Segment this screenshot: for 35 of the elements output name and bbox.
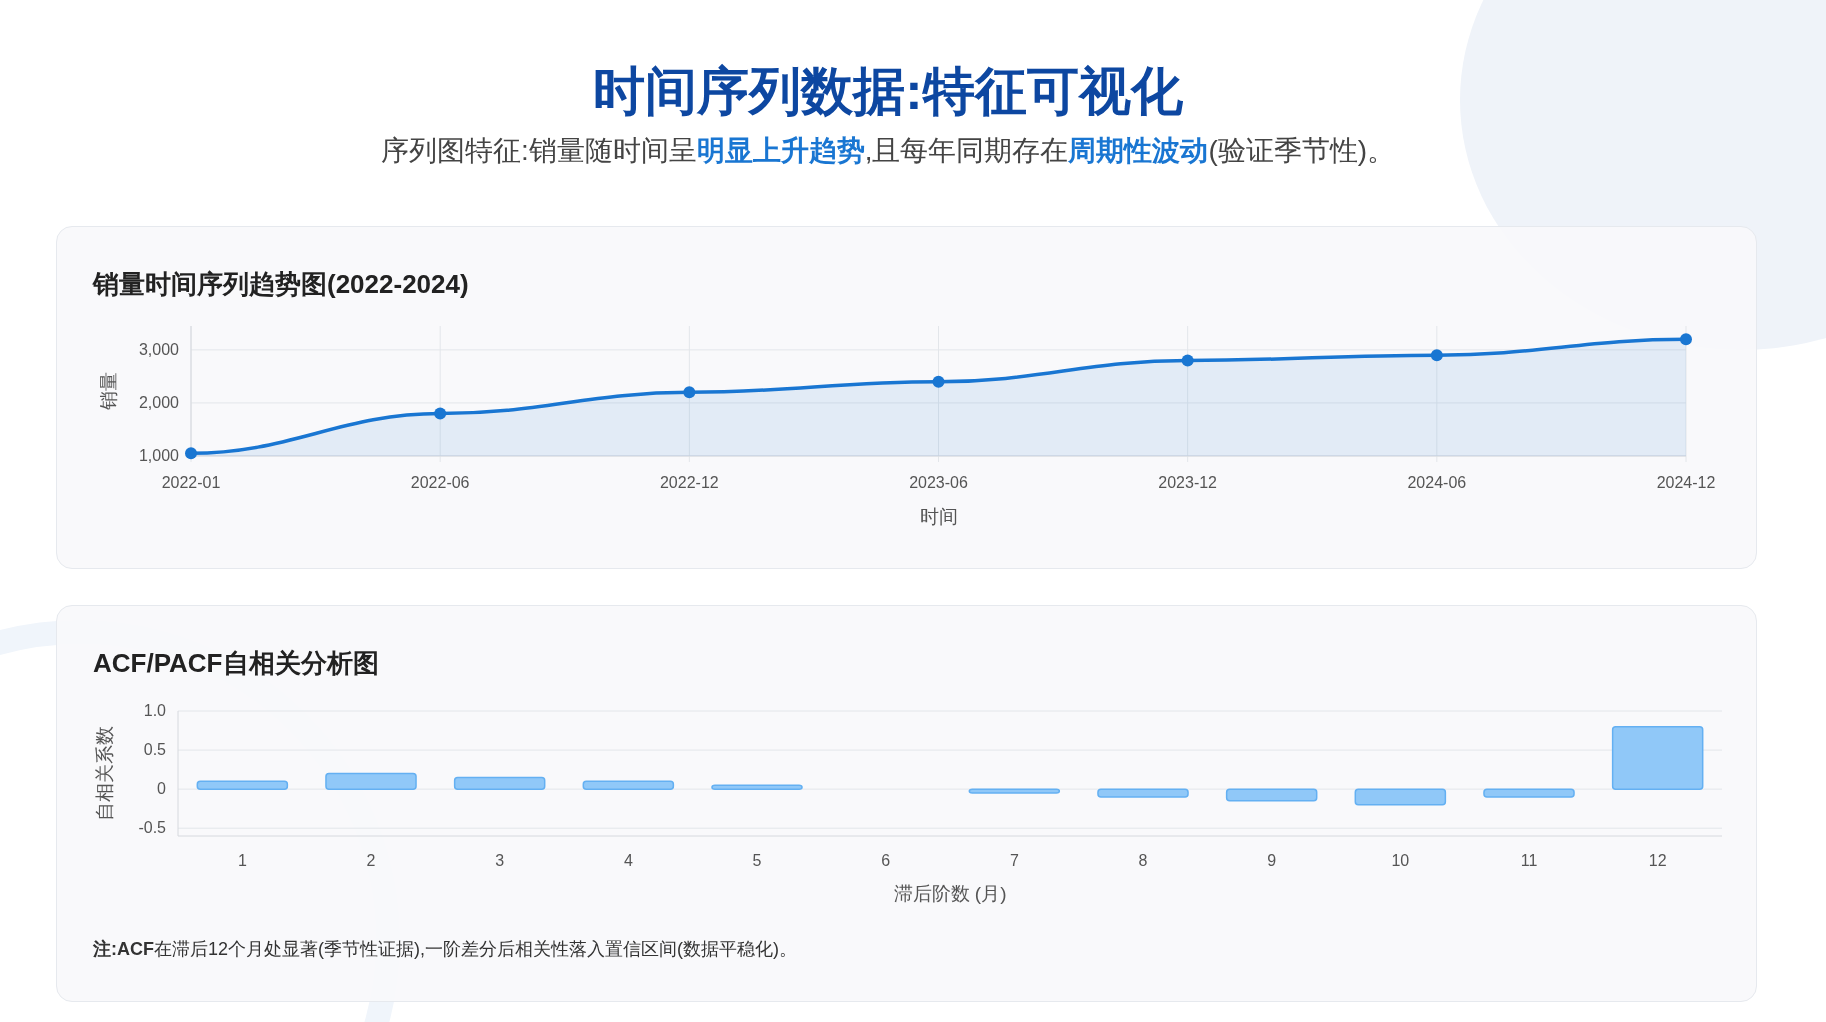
tick-label: 2023-12: [1158, 474, 1218, 492]
tick-label: 2022-12: [659, 474, 719, 492]
axis-title: 销量: [98, 372, 119, 411]
tick-label: 10: [1391, 852, 1410, 870]
tick-label: 9: [1267, 852, 1277, 870]
tick-label: 3: [495, 852, 505, 870]
tick-label: 4: [623, 852, 633, 870]
axis-title: 时间: [919, 506, 958, 528]
tick-label: 1: [237, 852, 247, 870]
axis-title: 滞后阶数 (月): [893, 883, 1007, 905]
tick-label: 8: [1138, 852, 1148, 870]
tick-label: 6: [881, 852, 891, 870]
tick-label: 11: [1520, 852, 1538, 870]
tick-label: 1,000: [138, 447, 179, 465]
tick-label: 5: [752, 852, 762, 870]
tick-label: 0.5: [143, 741, 166, 759]
axis-title: 自相关系数: [94, 726, 115, 822]
tick-label: 0: [157, 780, 166, 798]
tick-label: 1.0: [143, 702, 166, 720]
tick-label: 2,000: [138, 394, 179, 412]
tick-label: 2023-06: [909, 474, 968, 492]
tick-label: 2022-01: [161, 474, 221, 492]
tick-label: -0.5: [138, 819, 166, 837]
page-title: 时间序列数据:特征可视化: [593, 61, 1183, 122]
tick-label: 2022-06: [410, 474, 470, 492]
tick-label: 2024-06: [1407, 474, 1467, 492]
tick-label: 2: [366, 852, 376, 870]
chart-title: 销量时间序列趋势图(2022-2024): [93, 268, 470, 302]
tick-label: 12: [1648, 852, 1667, 870]
tick-label: 7: [1009, 852, 1019, 870]
tick-label: 3,000: [138, 341, 179, 359]
note-text: 注:ACF在滞后12个月处显著(季节性证据),一阶差分后相关性落入置信区间(数据平稳化)。: [93, 938, 798, 962]
tick-label: 2024-12: [1656, 474, 1716, 492]
chart-title: ACF/PACF自相关分析图: [93, 647, 380, 681]
subtitle: 序列图特征:销量随时间呈明显上升趋势,且每年同期存在周期性波动(验证季节性)。: [380, 134, 1396, 169]
